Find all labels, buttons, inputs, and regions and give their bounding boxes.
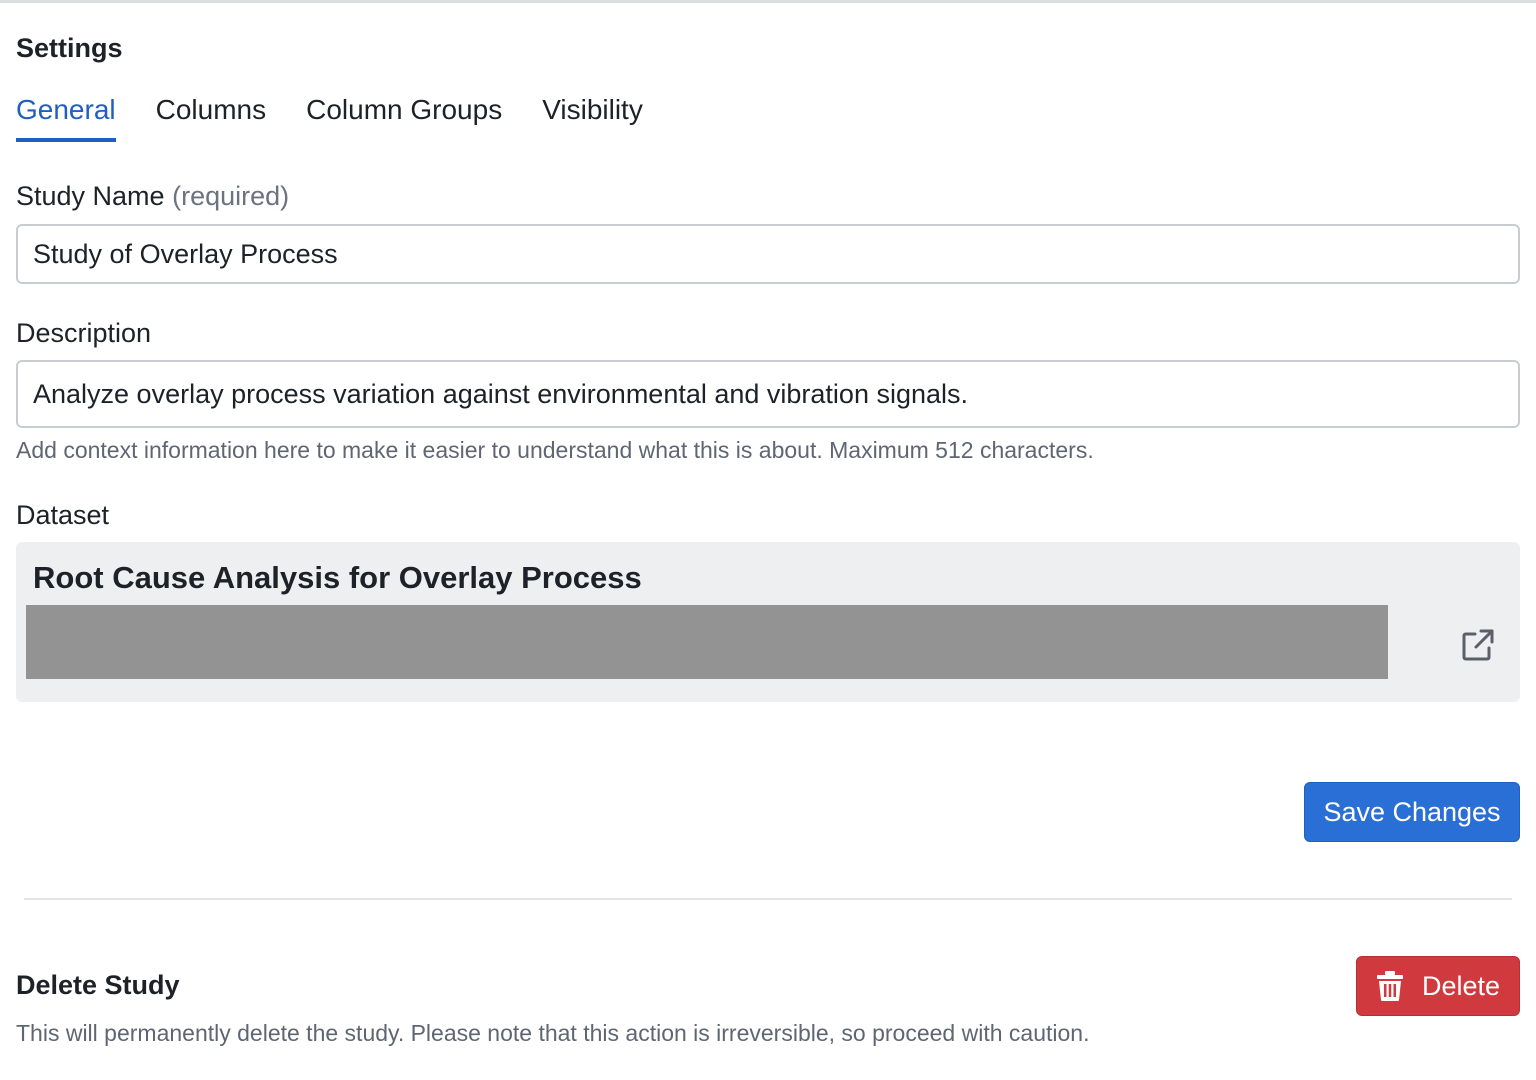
delete-button-label: Delete <box>1421 970 1501 1001</box>
trash-icon <box>1376 971 1403 1001</box>
delete-study-title: Delete Study <box>16 970 180 1000</box>
tab-general[interactable]: General <box>16 92 116 142</box>
delete-study-description: This will permanently delete the study. … <box>16 1020 1090 1046</box>
save-changes-button[interactable]: Save Changes <box>1304 782 1520 842</box>
description-help-text: Add context information here to make it … <box>16 437 1094 463</box>
redacted-region <box>26 605 1388 679</box>
delete-button[interactable]: Delete <box>1356 956 1520 1016</box>
study-name-label-text: Study Name <box>16 181 165 211</box>
settings-page: Settings General Columns Column Groups V… <box>16 0 1520 1080</box>
tab-columns[interactable]: Columns <box>156 92 266 142</box>
page-title: Settings <box>16 33 123 63</box>
external-link-icon[interactable] <box>1461 628 1495 662</box>
dataset-label: Dataset <box>16 500 110 530</box>
dataset-card: Root Cause Analysis for Overlay Process <box>16 542 1520 702</box>
settings-tabs: General Columns Column Groups Visibility <box>16 92 643 142</box>
dataset-name: Root Cause Analysis for Overlay Process <box>33 560 642 595</box>
tab-visibility[interactable]: Visibility <box>542 92 643 142</box>
section-divider <box>24 898 1512 900</box>
study-name-label: Study Name (required) <box>16 181 289 212</box>
tab-column-groups[interactable]: Column Groups <box>306 92 502 142</box>
required-note: (required) <box>172 181 290 211</box>
description-label: Description <box>16 318 152 348</box>
description-input[interactable] <box>16 360 1520 428</box>
study-name-input[interactable] <box>16 224 1520 284</box>
